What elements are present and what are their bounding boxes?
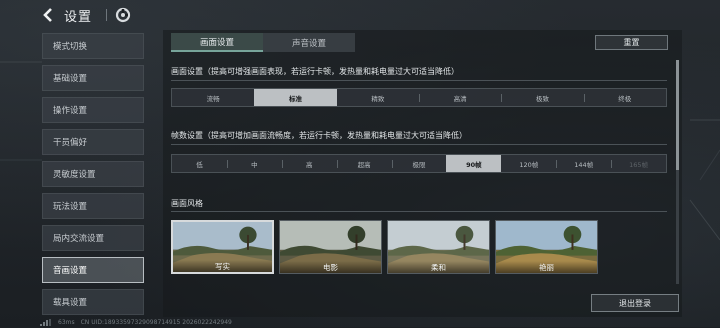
quality-option-standard[interactable]: 标准 (254, 89, 337, 106)
framerate-option-low[interactable]: 低 (172, 155, 227, 172)
status-footer: 63ms CN UID:18933597329098714915 2026022… (40, 318, 232, 327)
logout-button[interactable]: 退出登录 (591, 294, 679, 312)
panel-scrollbar[interactable] (676, 60, 679, 284)
style-option-cinematic[interactable]: 电影 (279, 220, 382, 274)
quality-section-title: 画面设置（提高可增强画面表现，若运行卡顿，发热量和耗电量过大可适当降低） (171, 67, 459, 76)
framerate-option-90fps[interactable]: 90帧 (446, 155, 502, 172)
quality-option-refined[interactable]: 精致 (337, 89, 419, 106)
framerate-option-high[interactable]: 高 (281, 155, 337, 172)
style-options: 写实 电影 柔和 艳丽 (171, 220, 598, 274)
tab-sound[interactable]: 声音设置 (263, 33, 355, 52)
framerate-option-ultra[interactable]: 超高 (336, 155, 392, 172)
back-arrow-icon[interactable] (40, 7, 56, 23)
menu-item-in-match-communication[interactable]: 局内交流设置 (42, 225, 144, 251)
framerate-option-max[interactable]: 极限 (391, 155, 447, 172)
framerate-selector: 低 中 高 超高 极限 90帧 120帧 144帧 165帧 (171, 154, 667, 173)
framerate-option-165fps: 165帧 (611, 155, 666, 172)
menu-item-mode-switch[interactable]: 模式切换 (42, 33, 144, 59)
style-section-title: 画面风格 (171, 199, 203, 208)
signal-icon (40, 319, 52, 326)
ping-value: 63ms (58, 319, 75, 326)
style-divider (171, 211, 667, 212)
style-option-realistic[interactable]: 写实 (171, 220, 274, 274)
quality-divider (171, 80, 667, 81)
game-logo-icon (115, 7, 131, 23)
framerate-option-144fps[interactable]: 144帧 (556, 155, 611, 172)
menu-item-operator-preference[interactable]: 干员偏好 (42, 129, 144, 155)
settings-menu: 模式切换 基础设置 操作设置 干员偏好 灵敏度设置 玩法设置 局内交流设置 音画… (42, 33, 144, 321)
scrollbar-thumb[interactable] (676, 60, 679, 170)
quality-option-smooth[interactable]: 流畅 (172, 89, 254, 106)
menu-item-audio-video[interactable]: 音画设置 (42, 257, 144, 283)
style-label-cinematic: 电影 (280, 261, 381, 273)
style-option-soft[interactable]: 柔和 (387, 220, 490, 274)
settings-panel: 画面设置 声音设置 重置 画面设置（提高可增强画面表现，若运行卡顿，发热量和耗电… (163, 30, 682, 317)
quality-option-ultimate[interactable]: 终极 (583, 89, 666, 106)
quality-option-hd[interactable]: 高清 (418, 89, 501, 106)
menu-item-basic[interactable]: 基础设置 (42, 65, 144, 91)
quality-selector: 流畅 标准 精致 高清 极致 终极 (171, 88, 667, 107)
framerate-divider (171, 144, 667, 145)
header-divider (106, 9, 108, 21)
framerate-option-120fps[interactable]: 120帧 (501, 155, 556, 172)
menu-item-sensitivity[interactable]: 灵敏度设置 (42, 161, 144, 187)
tab-bar: 画面设置 声音设置 (171, 33, 355, 52)
style-label-vivid: 艳丽 (496, 261, 597, 273)
menu-item-vehicle[interactable]: 载具设置 (42, 289, 144, 315)
menu-item-gameplay[interactable]: 玩法设置 (42, 193, 144, 219)
style-label-realistic: 写实 (173, 260, 272, 272)
header: 设置 (40, 4, 131, 26)
tab-graphics[interactable]: 画面设置 (171, 33, 263, 52)
style-option-vivid[interactable]: 艳丽 (495, 220, 598, 274)
page-title: 设置 (64, 9, 93, 25)
framerate-option-medium[interactable]: 中 (226, 155, 282, 172)
style-label-soft: 柔和 (388, 261, 489, 273)
menu-item-controls[interactable]: 操作设置 (42, 97, 144, 123)
quality-option-extreme[interactable]: 极致 (501, 89, 583, 106)
framerate-section-title: 帧数设置（提高可增加画面流畅度，若运行卡顿，发热量和耗电量过大可适当降低） (171, 131, 467, 140)
reset-button[interactable]: 重置 (595, 35, 668, 50)
player-uid: CN UID:18933597329098714915 202602224294… (80, 319, 232, 326)
